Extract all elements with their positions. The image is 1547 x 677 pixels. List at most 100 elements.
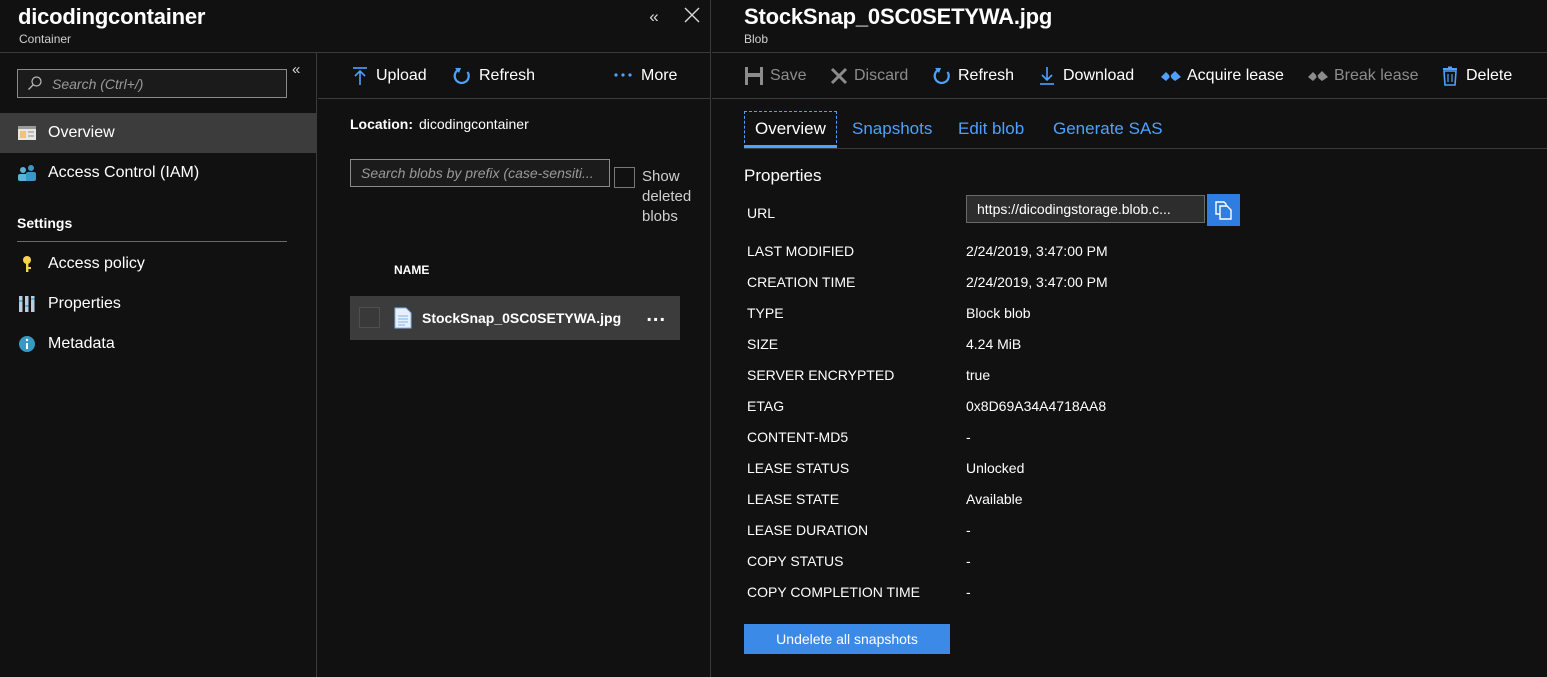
property-label: CONTENT-MD5 (747, 429, 849, 445)
blob-search-input[interactable] (351, 160, 609, 186)
blob-row[interactable]: StockSnap_0SC0SETYWA.jpg ... (350, 296, 680, 340)
url-label: URL (747, 205, 776, 221)
undelete-snapshots-button[interactable]: Undelete all snapshots (744, 624, 950, 654)
container-subtitle: Container (19, 32, 72, 46)
property-label: CREATION TIME (747, 274, 856, 290)
property-value: Available (966, 491, 1023, 507)
location-line: Location: dicodingcontainer (350, 116, 529, 132)
file-icon (394, 307, 412, 329)
property-value: Unlocked (966, 460, 1025, 476)
show-deleted-label: Show deleted blobs (642, 168, 692, 225)
property-label: SERVER ENCRYPTED (747, 367, 895, 383)
property-value: Block blob (966, 305, 1031, 321)
tab-snapshots[interactable]: Snapshots (842, 111, 942, 148)
blob-search-box[interactable] (350, 159, 610, 187)
nav-item-access-control[interactable]: Access Control (IAM) (0, 153, 317, 193)
blob-toolbar: Save Discard Refresh Download Acquire le… (712, 53, 1547, 99)
nav-item-metadata[interactable]: Metadata (0, 324, 317, 364)
copy-icon (1215, 201, 1232, 220)
break-lease-button[interactable]: Break lease (1307, 64, 1419, 88)
property-value: - (966, 584, 971, 600)
property-label: COPY STATUS (747, 553, 844, 569)
nav-item-label: Metadata (48, 335, 115, 352)
refresh-icon (453, 68, 470, 85)
close-blade-button[interactable] (681, 6, 703, 28)
property-value: 4.24 MiB (966, 336, 1022, 352)
acquire-lease-label: Acquire lease (1187, 67, 1284, 84)
upload-button[interactable]: Upload (350, 64, 430, 88)
refresh-label: Refresh (479, 67, 536, 84)
blob-row-checkbox[interactable] (359, 307, 380, 328)
tab-edit-blob[interactable]: Edit blob (948, 111, 1034, 148)
nav-item-access-policy[interactable]: Access policy (0, 244, 317, 284)
discard-button[interactable]: Discard (829, 64, 909, 88)
more-label: More (641, 67, 678, 84)
settings-heading: Settings (17, 215, 73, 231)
container-toolbar: Upload Refresh More (318, 53, 711, 99)
upload-label: Upload (376, 67, 427, 84)
property-value: 2/24/2019, 3:47:00 PM (966, 274, 1108, 290)
location-label: Location: (350, 116, 413, 132)
tab-overview[interactable]: Overview (744, 111, 837, 148)
nav-item-properties[interactable]: Properties (0, 284, 317, 324)
refresh-label: Refresh (958, 67, 1015, 84)
nav-item-label: Access Control (IAM) (48, 164, 200, 181)
refresh-button[interactable]: Refresh (452, 64, 538, 88)
show-deleted-checkbox[interactable] (614, 167, 635, 188)
property-label: ETAG (747, 398, 785, 414)
download-button[interactable]: Download (1037, 64, 1137, 88)
delete-button[interactable]: Delete (1440, 64, 1514, 88)
more-icon (614, 73, 632, 77)
trash-icon (1443, 66, 1457, 86)
property-label: SIZE (747, 336, 779, 352)
blob-title: StockSnap_0SC0SETYWA.jpg (744, 4, 1053, 29)
property-value: 2/24/2019, 3:47:00 PM (966, 243, 1108, 259)
container-blade-header: dicodingcontainer Container « (0, 0, 710, 53)
save-icon (745, 67, 763, 85)
property-value: - (966, 429, 971, 445)
acquire-lease-button[interactable]: Acquire lease (1160, 64, 1286, 88)
property-value: - (966, 522, 971, 538)
property-value: 0x8D69A34A4718AA8 (966, 398, 1107, 414)
close-icon (684, 7, 700, 23)
property-label: LEASE STATE (747, 491, 840, 507)
property-value: - (966, 553, 971, 569)
menu-search-input[interactable] (52, 70, 282, 97)
blob-subtitle: Blob (744, 32, 769, 46)
save-label: Save (770, 67, 807, 84)
property-label: LEASE DURATION (747, 522, 869, 538)
collapse-menu-button[interactable]: « (292, 61, 300, 78)
container-content: Upload Refresh More Location: dicodingcon… (318, 53, 711, 677)
container-title: dicodingcontainer (18, 4, 206, 29)
copy-url-button[interactable] (1207, 194, 1240, 226)
iam-icon (18, 165, 36, 181)
discard-label: Discard (854, 67, 909, 84)
more-button[interactable]: More (613, 64, 681, 88)
download-label: Download (1063, 67, 1135, 84)
upload-icon (353, 67, 367, 85)
blob-blade-header: StockSnap_0SC0SETYWA.jpg Blob (712, 0, 1547, 53)
break-lease-icon (1308, 69, 1328, 83)
resource-menu: « Overview Access Control (IAM) Settings… (0, 53, 317, 677)
nav-item-overview[interactable]: Overview (0, 113, 317, 153)
acquire-lease-icon (1161, 69, 1181, 83)
name-column-header[interactable]: NAME (394, 263, 429, 277)
blob-context-menu-button[interactable]: ... (646, 304, 666, 327)
save-button[interactable]: Save (744, 64, 806, 88)
container-blade: dicodingcontainer Container « « Overview… (0, 0, 711, 677)
properties-heading: Properties (744, 166, 822, 185)
nav-item-label: Properties (48, 295, 121, 312)
property-label: LEASE STATUS (747, 460, 850, 476)
menu-search-box[interactable] (17, 69, 287, 98)
minimize-blade-button[interactable]: « (643, 6, 665, 28)
blob-blade: StockSnap_0SC0SETYWA.jpg Blob Save Disca… (712, 0, 1547, 677)
property-label: TYPE (747, 305, 784, 321)
search-icon (28, 76, 42, 90)
refresh-blob-button[interactable]: Refresh (932, 64, 1014, 88)
location-value: dicodingcontainer (419, 116, 529, 132)
delete-label: Delete (1466, 67, 1513, 84)
settings-divider (17, 241, 287, 242)
url-field[interactable]: https://dicodingstorage.blob.c... (966, 195, 1205, 223)
tab-generate-sas[interactable]: Generate SAS (1043, 111, 1173, 148)
nav-item-label: Overview (48, 124, 115, 141)
